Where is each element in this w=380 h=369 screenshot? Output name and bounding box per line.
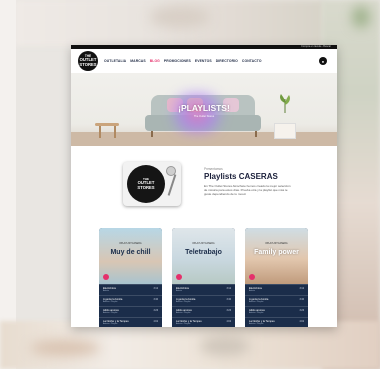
track-duration: 3:40 [299, 299, 304, 301]
track-row[interactable]: La Noche y la Tempes Artista ▪ Playlist … [99, 317, 162, 327]
track-row[interactable]: Adiós amores Artista ▪ Playlist 3:26 [245, 306, 308, 317]
intro-kicker: Presentamos [204, 167, 223, 171]
track-artist: Artista [249, 290, 255, 292]
nav-item-outletalia[interactable]: OUTLETALIA [104, 59, 126, 63]
track-duration: 4:02 [153, 321, 158, 323]
vinyl-label-line: STORES [137, 184, 155, 190]
hero-glow [167, 93, 227, 133]
track-artist: Artista [103, 290, 109, 292]
track-duration: 3:26 [299, 310, 304, 312]
track-artist: Artista ▪ Playlist [249, 301, 264, 303]
turntable-image: THE OUTLET STORES [123, 162, 181, 206]
sofa-leg [255, 131, 257, 137]
track-duration: 3:40 [153, 299, 158, 301]
logo-line: STORES [79, 61, 97, 67]
hero-title: ¡PLAYLISTS! [178, 103, 230, 113]
track-row[interactable]: A gente la bonita Artista ▪ Playlist 3:4… [172, 295, 235, 306]
outlet-stores-logo[interactable]: THE OUTLET STORES [78, 51, 98, 71]
nav-item-directorio[interactable]: DIRECTORIO [216, 59, 238, 63]
track-duration: 3:40 [226, 299, 231, 301]
blurred-background-left [0, 0, 16, 369]
intro-body: En The Outlet Stores Alcochete hemos cre… [204, 184, 291, 197]
track-row[interactable]: Adiós amores Artista ▪ Playlist 3:26 [172, 306, 235, 317]
nav-item-promociones[interactable]: PROMOCIONES [164, 59, 191, 63]
track-row[interactable]: Electrónica Artista 3:12 [172, 284, 235, 295]
side-table [274, 123, 296, 139]
playlist-card-family[interactable]: #PLAYLISTCASERA Family power Electrónica… [245, 228, 308, 327]
nav-menu: OUTLETALIA MARCAS BLOG PROMOCIONES EVENT… [104, 59, 262, 63]
table-leg [99, 126, 101, 138]
playlist-cover: #PLAYLISTCASERA Family power [245, 228, 308, 284]
playlist-cover: #PLAYLISTCASERA Muy de chill [99, 228, 162, 284]
play-icon[interactable] [249, 274, 255, 280]
track-row[interactable]: A gente la bonita Artista ▪ Playlist 3:4… [245, 295, 308, 306]
track-duration: 4:02 [226, 321, 231, 323]
playlist-card-chill[interactable]: #PLAYLISTCASERA Muy de chill Electrónica… [99, 228, 162, 327]
shopping-bag-icon[interactable]: ● [319, 57, 327, 65]
playlist-label: #PLAYLISTCASERA [192, 242, 215, 245]
track-artist: Artista ▪ Playlist [249, 312, 264, 314]
track-artist: Artista ▪ Playlist [176, 312, 191, 314]
hero-banner: ¡PLAYLISTS! The Outlet Stores [71, 73, 337, 146]
sofa-leg [151, 131, 153, 137]
track-duration: 3:26 [226, 310, 231, 312]
nav-item-contacto[interactable]: CONTACTO [242, 59, 262, 63]
playlist-label: #PLAYLISTCASERA [265, 242, 288, 245]
table-leg [114, 126, 116, 138]
playlist-cards: #PLAYLISTCASERA Muy de chill Electrónica… [99, 228, 308, 327]
track-artist: Artista ▪ Playlist [103, 323, 118, 325]
blur-blob [30, 340, 100, 356]
track-artist: Artista ▪ Playlist [249, 323, 264, 325]
track-duration: 3:26 [153, 310, 158, 312]
play-icon[interactable] [103, 274, 109, 280]
tonearm [167, 174, 177, 196]
nav-item-eventos[interactable]: EVENTOS [195, 59, 212, 63]
track-duration: 3:12 [299, 288, 304, 290]
track-artist: Artista [176, 290, 182, 292]
nav-item-blog[interactable]: BLOG [150, 59, 160, 63]
track-artist: Artista ▪ Playlist [103, 301, 118, 303]
blur-blob [352, 6, 370, 28]
track-row[interactable]: Electrónica Artista 3:12 [245, 284, 308, 295]
hero-floor [71, 132, 337, 146]
playlist-title: Muy de chill [110, 249, 151, 256]
track-duration: 3:12 [153, 288, 158, 290]
website-preview: Compra en tienda ▪ Buscar THE OUTLET STO… [71, 45, 337, 327]
playlist-cover: #PLAYLISTCASERA Teletrabajo [172, 228, 235, 284]
intro-title: Playlists CASERAS [204, 172, 278, 181]
blur-blob [150, 6, 210, 28]
hero-subtitle: The Outlet Stores [193, 115, 215, 118]
main-navigation: THE OUTLET STORES OUTLETALIA MARCAS BLOG… [71, 49, 337, 73]
track-row[interactable]: Electrónica Artista 3:12 [99, 284, 162, 295]
play-icon[interactable] [176, 274, 182, 280]
track-artist: Artista ▪ Playlist [176, 323, 191, 325]
track-row[interactable]: La Noche y la Tempes Artista ▪ Playlist … [245, 317, 308, 327]
playlist-title: Family power [254, 249, 299, 256]
track-artist: Artista ▪ Playlist [103, 312, 118, 314]
playlist-card-teletrabajo[interactable]: #PLAYLISTCASERA Teletrabajo Electrónica … [172, 228, 235, 327]
intro-section: THE OUTLET STORES Presentamos Playlists … [71, 146, 337, 226]
track-row[interactable]: La Noche y la Tempes Artista ▪ Playlist … [172, 317, 235, 327]
track-duration: 3:12 [226, 288, 231, 290]
blur-blob [200, 336, 250, 356]
track-artist: Artista ▪ Playlist [176, 301, 191, 303]
track-duration: 4:02 [299, 321, 304, 323]
playlist-label: #PLAYLISTCASERA [119, 242, 142, 245]
vinyl-record: THE OUTLET STORES [127, 165, 165, 203]
track-row[interactable]: A gente la bonita Artista ▪ Playlist 3:4… [99, 295, 162, 306]
playlist-title: Teletrabajo [185, 249, 222, 256]
nav-item-marcas[interactable]: MARCAS [130, 59, 145, 63]
track-row[interactable]: Adiós amores Artista ▪ Playlist 3:26 [99, 306, 162, 317]
